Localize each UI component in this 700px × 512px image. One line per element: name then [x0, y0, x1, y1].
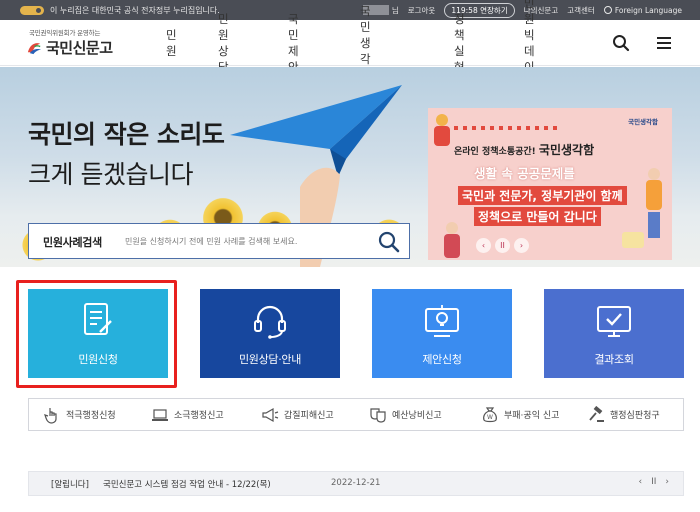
masks-icon [370, 407, 386, 423]
site-logo[interactable]: 국민권익위원회가 운영하는 국민신문고 [26, 25, 126, 61]
taegeuk-icon [20, 5, 44, 15]
notice-bar: [알립니다] 국민신문고 시스템 점검 작업 안내 - 12/22(목) 202… [28, 471, 684, 496]
monitor-check-icon [597, 306, 631, 337]
hero-title-line2: 크게 듣겠습니다 [28, 160, 193, 189]
hand-pointer-icon [44, 407, 57, 424]
notice-next-button[interactable]: › [665, 477, 669, 487]
case-search-box: 민원사례검색 [28, 223, 410, 259]
hero-title: 국민의 작은 소리도 크게 듣겠습니다 [28, 115, 225, 195]
people-illustration [434, 114, 662, 258]
gov-banner: 이 누리집은 대한민국 공식 전자정부 누리집입니다. 님 로그아웃 119:5… [0, 0, 700, 20]
quick-link-gapjil[interactable]: 갑질피해신고 [261, 399, 334, 430]
promo-line2: 국민과 전문가, 정부기관이 함께 [458, 186, 627, 205]
search-icon[interactable] [612, 34, 630, 52]
tile-proposal-label: 제안신청 [422, 353, 462, 366]
quick-link-corruption[interactable]: W 부패·공익 신고 [481, 399, 559, 430]
nav-proposal[interactable]: 국민제안 [288, 11, 299, 75]
promo-controls: ‹ II › [476, 238, 529, 253]
tile-consult[interactable]: 민원상담·안내 [200, 289, 340, 378]
quick-link-budget[interactable]: 예산낭비신고 [369, 399, 442, 430]
quick-link-appeal[interactable]: 행정심판청구 [587, 399, 660, 430]
logout-link[interactable]: 로그아웃 [408, 5, 436, 16]
nav-consult[interactable]: 민원상담 [218, 11, 229, 75]
headset-icon [254, 305, 286, 339]
promo-pause-button[interactable]: II [495, 238, 510, 253]
notice-controls: ‹ II › [638, 477, 669, 487]
quick-link-passive[interactable]: 소극행정신고 [151, 399, 224, 430]
lightbulb-monitor-icon [425, 305, 459, 337]
tile-consult-label: 민원상담·안내 [238, 353, 302, 366]
tile-results-label: 결과조회 [594, 353, 634, 366]
logo-name: 국민신문고 [46, 39, 113, 57]
quick-links-bar: 적극행정신청 소극행정신고 갑질피해신고 예산낭비신고 W 부패·공익 신고 행… [28, 398, 684, 431]
hero-title-line1: 국민의 작은 소리도 [28, 120, 225, 149]
notice-link[interactable]: 국민신문고 시스템 점검 작업 안내 - 12/22(목) [103, 478, 271, 490]
tile-results[interactable]: 결과조회 [544, 289, 684, 378]
case-search-label: 민원사례검색 [43, 236, 102, 249]
quick-link-proactive[interactable]: 적극행정신청 [43, 399, 116, 430]
support-link[interactable]: 고객센터 [567, 5, 595, 16]
notice-date: 2022-12-21 [331, 478, 381, 488]
promo-subtitle: 온라인 정책소통공간! 국민생각함 [454, 143, 595, 157]
notice-prev-button[interactable]: ‹ [638, 477, 642, 487]
promo-line3: 정책으로 만들어 갑니다 [474, 207, 601, 226]
promo-next-button[interactable]: › [514, 238, 529, 253]
case-search-input[interactable] [125, 232, 365, 250]
selection-highlight [16, 280, 177, 388]
search-button-icon[interactable] [377, 230, 401, 254]
promo-banner[interactable]: 국민생각함 온라인 정책소통공간! 국민생각함 생활 속 공공문제를 국민과 전… [428, 108, 672, 260]
notice-tag: [알립니다] [51, 480, 89, 490]
svg-text:W: W [487, 414, 493, 421]
promo-line1: 생활 속 공공문제를 [474, 166, 575, 181]
promo-prev-button[interactable]: ‹ [476, 238, 491, 253]
site-header: 국민권익위원회가 운영하는 국민신문고 민원 민원상담 국민제안 국민생각함 정… [0, 0, 700, 90]
megaphone-icon [262, 407, 279, 422]
nav-minwon[interactable]: 민원 [166, 27, 177, 59]
language-link[interactable]: Foreign Language [603, 6, 682, 15]
gavel-icon [589, 405, 604, 422]
globe-icon [603, 6, 612, 14]
money-bag-icon: W [483, 406, 497, 422]
emblem-icon [27, 43, 42, 55]
menu-icon[interactable] [655, 34, 673, 52]
tile-proposal[interactable]: 제안신청 [372, 289, 512, 378]
notice-pause-button[interactable]: II [651, 477, 656, 487]
laptop-icon [152, 408, 168, 421]
nav-policy[interactable]: 정책실현 [454, 11, 465, 75]
logo-tagline: 국민권익위원회가 운영하는 [29, 29, 101, 37]
gov-notice: 이 누리집은 대한민국 공식 전자정부 누리집입니다. [50, 5, 220, 15]
